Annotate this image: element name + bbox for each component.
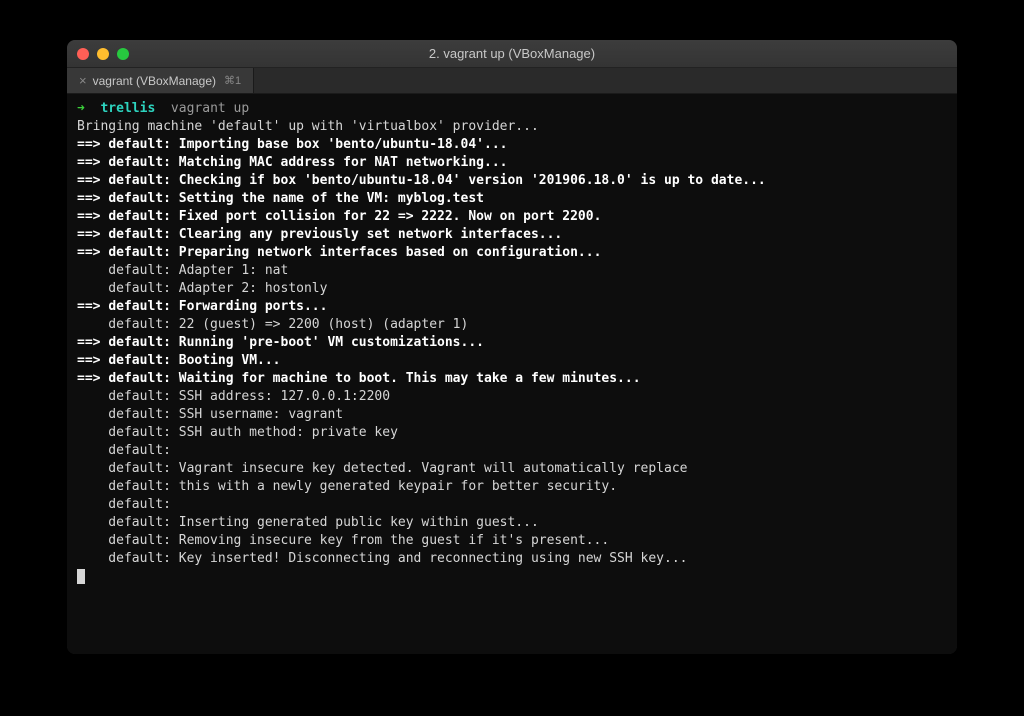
output-line: ==> default: Setting the name of the VM:… (77, 190, 947, 208)
tab-label: vagrant (VBoxManage) (93, 74, 216, 88)
tab-shortcut: ⌘1 (224, 74, 241, 87)
output-line: ==> default: Booting VM... (77, 352, 947, 370)
output-line: default: this with a newly generated key… (77, 478, 947, 496)
prompt-dir: trellis (100, 101, 155, 116)
output-line: ==> default: Forwarding ports... (77, 298, 947, 316)
output-line: ==> default: Running 'pre-boot' VM custo… (77, 334, 947, 352)
terminal-body[interactable]: ➜ trellis vagrant up Bringing machine 'd… (67, 94, 957, 654)
cursor (77, 569, 85, 584)
output-line: ==> default: Matching MAC address for NA… (77, 154, 947, 172)
close-window-button[interactable] (77, 48, 89, 60)
output-line: default: SSH address: 127.0.0.1:2200 (77, 388, 947, 406)
output-line: default: Adapter 2: hostonly (77, 280, 947, 298)
window-title: 2. vagrant up (VBoxManage) (429, 46, 595, 61)
output-line: default: (77, 442, 947, 460)
output-line: ==> default: Clearing any previously set… (77, 226, 947, 244)
output-line: default: Inserting generated public key … (77, 514, 947, 532)
terminal-window: 2. vagrant up (VBoxManage) × vagrant (VB… (67, 40, 957, 654)
output-line: ==> default: Importing base box 'bento/u… (77, 136, 947, 154)
output-line: default: Vagrant insecure key detected. … (77, 460, 947, 478)
output-line: Bringing machine 'default' up with 'virt… (77, 118, 947, 136)
close-tab-icon[interactable]: × (79, 74, 87, 87)
prompt-arrow-icon: ➜ (77, 101, 85, 116)
output-line: ==> default: Waiting for machine to boot… (77, 370, 947, 388)
minimize-window-button[interactable] (97, 48, 109, 60)
maximize-window-button[interactable] (117, 48, 129, 60)
output-line: ==> default: Checking if box 'bento/ubun… (77, 172, 947, 190)
output-line: ==> default: Fixed port collision for 22… (77, 208, 947, 226)
output-line: default: SSH auth method: private key (77, 424, 947, 442)
tab-vagrant[interactable]: × vagrant (VBoxManage) ⌘1 (67, 68, 254, 93)
output-line: default: Key inserted! Disconnecting and… (77, 550, 947, 568)
output-line: default: Removing insecure key from the … (77, 532, 947, 550)
output-line: default: (77, 496, 947, 514)
prompt-line: ➜ trellis vagrant up (77, 100, 947, 118)
output-lines: Bringing machine 'default' up with 'virt… (77, 118, 947, 568)
traffic-lights (77, 48, 129, 60)
output-line: default: SSH username: vagrant (77, 406, 947, 424)
output-line: default: Adapter 1: nat (77, 262, 947, 280)
output-line: ==> default: Preparing network interface… (77, 244, 947, 262)
titlebar: 2. vagrant up (VBoxManage) (67, 40, 957, 68)
tabbar: × vagrant (VBoxManage) ⌘1 (67, 68, 957, 94)
cursor-line (77, 568, 947, 586)
prompt-command: vagrant up (163, 101, 249, 116)
output-line: default: 22 (guest) => 2200 (host) (adap… (77, 316, 947, 334)
